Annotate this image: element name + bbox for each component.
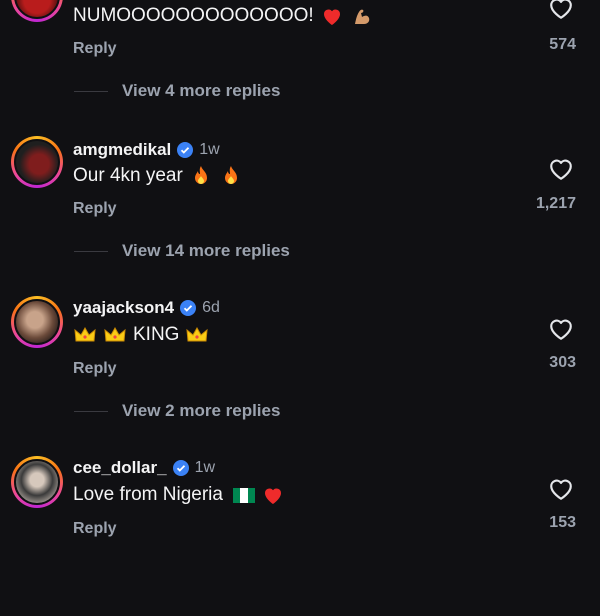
- timestamp: 1w: [194, 459, 216, 476]
- avatar-image: [14, 0, 60, 19]
- username[interactable]: yaajackson4: [73, 298, 174, 318]
- view-replies-label: View 2 more replies: [122, 401, 281, 420]
- comment-text: NUMOOOOOOOOOOOOO!: [73, 4, 374, 28]
- view-replies-button[interactable]: View 2 more replies: [74, 401, 280, 421]
- avatar[interactable]: [11, 456, 63, 508]
- comment-header: yaajackson4 6d: [73, 298, 220, 318]
- view-replies-label: View 4 more replies: [122, 81, 281, 100]
- verified-badge-icon: [177, 142, 194, 158]
- avatar-image: [14, 139, 60, 185]
- username[interactable]: amgmedikal: [73, 140, 171, 160]
- fire-icon: [224, 166, 237, 184]
- heart-icon[interactable]: [548, 477, 574, 501]
- comment-0: NUMOOOOOOOOOOOOO! Reply 574 View 4 more …: [0, 0, 600, 130]
- avatar[interactable]: [11, 0, 63, 22]
- verified-badge-icon: [172, 460, 189, 476]
- red-heart-icon: [264, 488, 281, 504]
- divider: [74, 90, 108, 92]
- comment-header: cee_dollar_ 1w: [73, 458, 215, 478]
- comment-3: cee_dollar_ 1w Love from Nigeria Reply 1…: [0, 456, 600, 616]
- red-heart-icon: [323, 9, 340, 25]
- divider: [74, 410, 108, 412]
- verified-badge-icon: [180, 300, 197, 316]
- heart-icon[interactable]: [548, 0, 574, 20]
- like-count: 303: [549, 354, 576, 371]
- comment-text: KING: [73, 323, 209, 347]
- divider: [74, 250, 108, 252]
- view-replies-label: View 14 more replies: [122, 241, 290, 260]
- reply-button[interactable]: Reply: [73, 520, 117, 538]
- username[interactable]: cee_dollar_: [73, 458, 167, 478]
- comment-text-label: Our 4kn year: [73, 165, 183, 186]
- flexed-biceps-icon: [354, 9, 369, 24]
- timestamp: 6d: [202, 299, 220, 316]
- like-count: 1,217: [535, 195, 576, 212]
- reply-button[interactable]: Reply: [73, 360, 117, 378]
- like-count: 574: [549, 36, 576, 53]
- avatar-image: [14, 299, 60, 345]
- crown-icon: [186, 326, 209, 342]
- comment-text-label: KING: [133, 324, 180, 345]
- view-replies-button[interactable]: View 4 more replies: [74, 81, 280, 101]
- like-count: 153: [549, 514, 576, 531]
- crown-icon: [104, 326, 126, 342]
- heart-icon[interactable]: [548, 157, 574, 181]
- avatar-image: [14, 459, 60, 505]
- avatar[interactable]: [11, 136, 63, 188]
- crown-icon: [74, 326, 96, 342]
- comment-2: yaajackson4 6d KING Reply 303 View 2 mor…: [0, 296, 600, 456]
- reply-button[interactable]: Reply: [73, 40, 117, 58]
- comment-text-label: Love from Nigeria: [73, 484, 223, 505]
- comment-1: amgmedikal 1w Our 4kn year Reply 1,217 V…: [0, 136, 600, 296]
- comment-header: amgmedikal 1w: [73, 140, 220, 160]
- nigeria-flag-icon: [232, 487, 255, 503]
- view-replies-button[interactable]: View 14 more replies: [74, 241, 290, 261]
- reply-button[interactable]: Reply: [73, 200, 117, 218]
- avatar[interactable]: [11, 296, 63, 348]
- comment-text: Love from Nigeria: [73, 483, 285, 507]
- timestamp: 1w: [199, 141, 220, 158]
- fire-icon: [194, 166, 207, 184]
- comment-text: Our 4kn year: [73, 164, 243, 188]
- heart-icon[interactable]: [548, 317, 574, 341]
- comment-text-label: NUMOOOOOOOOOOOOO!: [73, 5, 314, 26]
